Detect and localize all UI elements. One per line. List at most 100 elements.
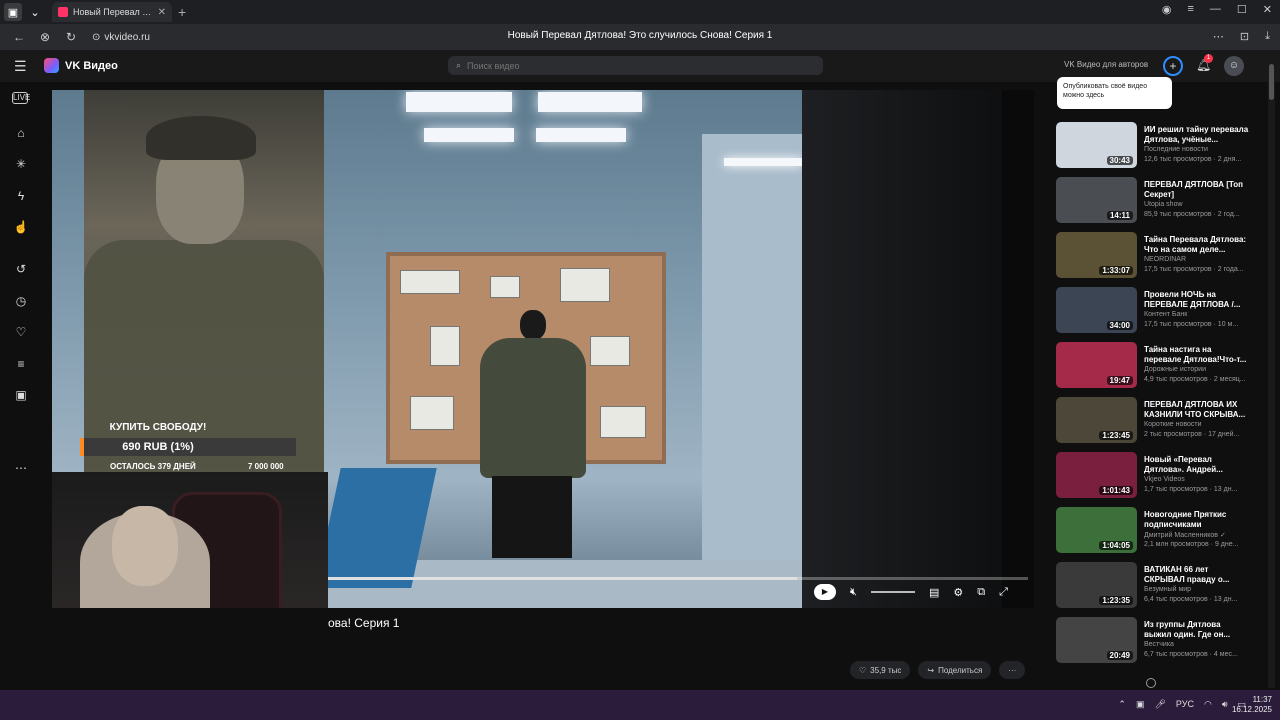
recommended-video[interactable]: 20:49 Из группы Дятлова выжил один. Где о… <box>1056 617 1252 667</box>
chevron-down-icon[interactable]: ⌄ <box>26 3 44 21</box>
new-tab-button[interactable]: + <box>178 4 186 20</box>
channel-name[interactable]: Короткие новости <box>1144 421 1202 428</box>
channel-name[interactable]: Vkjeo Videos <box>1144 476 1185 483</box>
my-videos-icon[interactable]: ▣ <box>12 386 30 404</box>
bookmark-icon[interactable]: ⊡ <box>1240 30 1249 43</box>
close-window-button[interactable]: ✕ <box>1263 3 1272 16</box>
liked-icon[interactable]: ♡ <box>12 323 30 341</box>
scrollbar[interactable] <box>1268 60 1275 688</box>
mute-icon[interactable]: 🔇︎ <box>850 586 857 599</box>
tab-close-icon[interactable]: ✕ <box>158 7 166 18</box>
volume-slider[interactable] <box>870 591 915 593</box>
maximize-button[interactable]: ☐ <box>1237 3 1247 16</box>
tray-chevron-icon[interactable]: ⌃ <box>1118 699 1126 710</box>
video-thumbnail[interactable]: 1:23:45 <box>1056 397 1137 443</box>
discover-icon[interactable]: ✳ <box>12 155 30 173</box>
recommended-video[interactable]: 1:23:45 ПЕРЕВАЛ ДЯТЛОВА ИХ КАЗНИЛИ ЧТО СК… <box>1056 397 1252 447</box>
tab-actions-icon[interactable]: ▣ <box>4 3 22 21</box>
share-button[interactable]: ↪ Поделиться <box>918 661 992 679</box>
avatar[interactable]: ☺ <box>1224 56 1244 76</box>
hamburger-menu-icon[interactable]: ☰ <box>14 58 27 75</box>
search-input[interactable] <box>467 60 768 71</box>
volume-icon[interactable]: 🔊︎ <box>1222 699 1228 710</box>
video-thumbnail[interactable]: 19:47 <box>1056 342 1137 388</box>
video-thumbnail[interactable]: 30:43 <box>1056 122 1137 168</box>
fullscreen-icon[interactable]: ⤢ <box>999 586 1008 599</box>
url-field[interactable]: ⊙ vkvideo.ru <box>92 32 150 43</box>
scene-door <box>702 134 802 578</box>
system-clock[interactable]: 11:37 16.12.2025 <box>1232 695 1272 715</box>
settings-gear-icon[interactable]: ⚙ <box>953 586 963 599</box>
video-title-link[interactable]: Новый «Перевал Дятлова». Андрей... <box>1144 455 1250 475</box>
video-title-link[interactable]: Тайна настига на перевале Дятлова!Что-т.… <box>1144 345 1250 365</box>
language-indicator[interactable]: РУС <box>1176 699 1194 710</box>
more-icon[interactable]: ⋯ <box>1213 30 1224 43</box>
video-title-link[interactable]: Из группы Дятлова выжил один. Где он... <box>1144 620 1250 640</box>
pip-icon[interactable]: ⧉ <box>977 586 985 599</box>
playlists-icon[interactable]: ≡ <box>12 355 30 373</box>
vk-video-logo[interactable]: VK Видео <box>44 58 118 73</box>
search-box[interactable]: ⌕ <box>448 56 823 75</box>
video-thumbnail[interactable]: 34:00 <box>1056 287 1137 333</box>
video-title-link[interactable]: ПЕРЕВАЛ ДЯТЛОВА ИХ КАЗНИЛИ ЧТО СКРЫВА... <box>1144 400 1250 420</box>
video-meta: 6,4 тыс просмотров · 13 дн... <box>1144 596 1238 603</box>
browser-menu-icon[interactable]: ≡ <box>1187 3 1193 16</box>
recommended-video[interactable]: 34:00 Провели НОЧЬ на ПЕРЕВАЛЕ ДЯТЛОВА /.… <box>1056 287 1252 337</box>
video-title-link[interactable]: ИИ решил тайну перевала Дятлова, учёные.… <box>1144 125 1250 145</box>
recommended-video[interactable]: 1:33:07 Тайна Перевала Дятлова: Что на са… <box>1056 232 1252 282</box>
scrollbar-thumb[interactable] <box>1269 64 1274 100</box>
play-button[interactable]: ▶ <box>814 584 836 600</box>
live-icon[interactable]: LIVE <box>12 92 30 104</box>
site-info-icon[interactable]: ⊙ <box>92 32 100 43</box>
channel-name[interactable]: Дорожные истории <box>1144 366 1206 373</box>
authors-link[interactable]: VK Видео для авторов <box>1064 60 1148 69</box>
browser-profile-icon[interactable]: ◉ <box>1162 3 1172 16</box>
video-thumbnail[interactable]: 20:49 <box>1056 617 1137 663</box>
watch-later-icon[interactable]: ◷ <box>12 292 30 310</box>
video-title-link[interactable]: ВАТИКАН 66 лет СКРЫВАЛ правду о... <box>1144 565 1250 585</box>
channel-name[interactable]: Контент Банк <box>1144 311 1187 318</box>
recommended-video[interactable]: 19:47 Тайна настига на перевале Дятлова!Ч… <box>1056 342 1252 392</box>
channel-name[interactable]: Вестчика <box>1144 641 1174 648</box>
like-button[interactable]: ♡ 35,9 тыс <box>850 661 911 679</box>
video-player[interactable]: КУПИТЬ СВОБОДУ! 690 RUB (1%) ОСТАЛОСЬ 37… <box>52 90 1034 608</box>
more-actions-button[interactable]: ··· <box>999 661 1026 679</box>
back-icon[interactable]: ← <box>12 30 26 44</box>
more-sections-icon[interactable]: ⋯ <box>12 459 30 477</box>
channel-name[interactable]: Utopia show <box>1144 201 1183 208</box>
browser-tab[interactable]: Новый Перевал Дятлова! ✕ <box>52 2 172 22</box>
video-thumbnail[interactable]: 1:23:35 <box>1056 562 1137 608</box>
extensions-icon[interactable]: ⊗ <box>38 30 52 44</box>
channel-name[interactable]: NEORDINAR <box>1144 256 1186 263</box>
reload-icon[interactable]: ↻ <box>64 30 78 44</box>
channel-name[interactable]: Дмитрий Масленников ✓ <box>1144 531 1226 539</box>
history-icon[interactable]: ↺ <box>12 260 30 278</box>
clips-icon[interactable]: ϟ <box>12 187 30 205</box>
video-thumbnail[interactable]: 1:04:05 <box>1056 507 1137 553</box>
video-thumbnail[interactable]: 1:01:43 <box>1056 452 1137 498</box>
recommended-video[interactable]: 14:11 ПЕРЕВАЛ ДЯТЛОВА [Топ Секрет] Utopia … <box>1056 177 1252 227</box>
recommended-video[interactable]: 1:23:35 ВАТИКАН 66 лет СКРЫВАЛ правду о..… <box>1056 562 1252 612</box>
subscriptions-icon[interactable]: ☝ <box>12 218 30 236</box>
wifi-icon[interactable]: ◠ <box>1204 699 1212 710</box>
channel-name[interactable]: Безумный мир <box>1144 586 1191 593</box>
notifications-bell-icon[interactable]: 🔔︎ 1 <box>1196 54 1213 72</box>
download-icon[interactable]: ⤓ <box>1265 30 1270 43</box>
video-title-link[interactable]: Новогодние Пряткиc подписчиками <box>1144 510 1250 530</box>
channel-name[interactable]: Последние новости <box>1144 146 1208 153</box>
publish-video-button[interactable]: + <box>1163 56 1183 76</box>
home-icon[interactable]: ⌂ <box>12 124 30 142</box>
recommended-video[interactable]: 1:04:05 Новогодние Пряткиc подписчиками Дм… <box>1056 507 1252 557</box>
video-thumbnail[interactable]: 1:33:07 <box>1056 232 1137 278</box>
minimize-button[interactable]: — <box>1210 3 1221 16</box>
seek-bar[interactable] <box>328 577 1028 580</box>
video-thumbnail[interactable]: 14:11 <box>1056 177 1137 223</box>
video-title-link[interactable]: ПЕРЕВАЛ ДЯТЛОВА [Топ Секрет] <box>1144 180 1250 200</box>
tray-app-icon[interactable]: ▣ <box>1136 699 1145 710</box>
video-title-link[interactable]: Провели НОЧЬ на ПЕРЕВАЛЕ ДЯТЛОВА /... <box>1144 290 1250 310</box>
recommended-video[interactable]: 1:01:43 Новый «Перевал Дятлова». Андрей..… <box>1056 452 1252 502</box>
recommended-video[interactable]: 30:43 ИИ решил тайну перевала Дятлова, уч… <box>1056 122 1252 172</box>
mic-icon[interactable]: 🎤︎ <box>1154 699 1165 710</box>
video-title-link[interactable]: Тайна Перевала Дятлова: Что на самом дел… <box>1144 235 1250 255</box>
subtitles-icon[interactable]: ▤ <box>929 586 939 599</box>
